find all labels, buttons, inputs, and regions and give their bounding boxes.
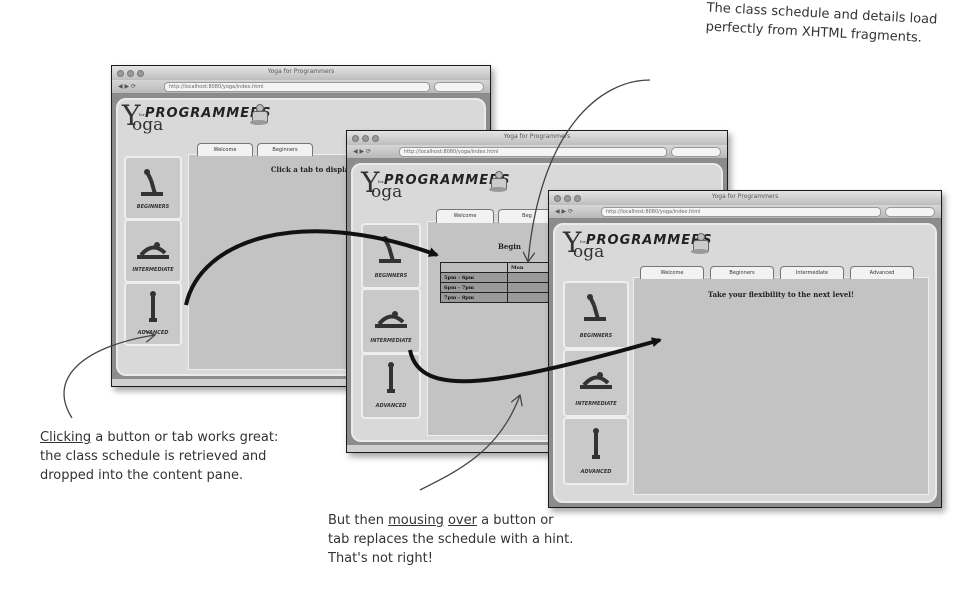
annotation-arrows bbox=[63, 79, 662, 491]
click-arrow-1 bbox=[184, 229, 439, 306]
callout-left-arrow bbox=[63, 335, 155, 419]
callout-top-arrow bbox=[528, 79, 651, 262]
annotation-bottom: But then mousing over a button or tab re… bbox=[328, 513, 574, 566]
annotation-left: Clicking a button or tab works great: th… bbox=[40, 430, 279, 483]
click-arrow-2 bbox=[408, 337, 662, 384]
callout-bottom-arrow bbox=[419, 395, 520, 491]
